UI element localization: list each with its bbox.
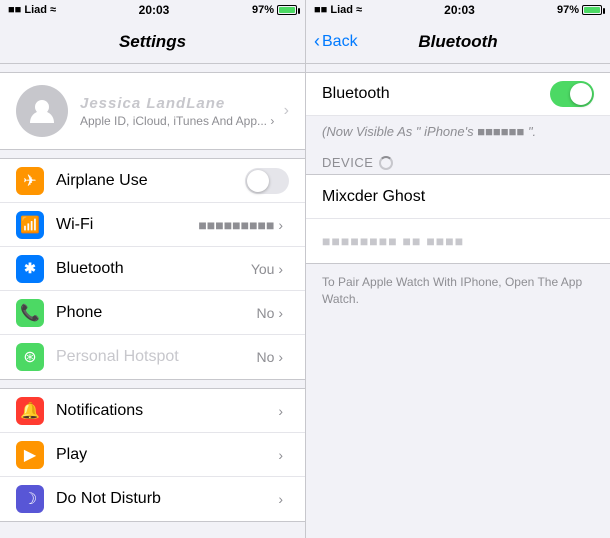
profile-name: Jessica LandLane (80, 95, 284, 112)
wifi-value: ■■■■■■■■■ › (198, 217, 283, 233)
back-label[interactable]: Back (322, 33, 358, 51)
play-chevron: › (278, 447, 283, 463)
time-right: 20:03 (444, 3, 475, 17)
device-name-1: Mixcder Ghost (322, 188, 425, 206)
device-header-label: DEVICE (322, 155, 373, 170)
settings-item-airplane[interactable]: ✈ Airplane Use (0, 159, 305, 203)
right-panel: ■■ Liad ≈ 20:03 97% ‹ Back Bluetooth Blu… (305, 0, 610, 538)
hotspot-icon: ⊛ (16, 343, 44, 371)
phone-icon: 📞 (16, 299, 44, 327)
profile-section[interactable]: Jessica LandLane Apple ID, iCloud, iTune… (0, 72, 305, 150)
settings-group-2: 🔔 Notifications › ▶ Play › ☽ Do Not Dist… (0, 388, 305, 522)
nav-bar-left: Settings (0, 20, 305, 64)
bluetooth-icon: ✱ (16, 255, 44, 283)
hotspot-value: No › (257, 349, 283, 365)
status-bar-right: ■■ Liad ≈ 20:03 97% (306, 0, 610, 20)
settings-label-play: Play (56, 446, 278, 464)
left-panel: ■■ Liad ≈ 20:03 97% Settings Jessica Lan… (0, 0, 305, 538)
settings-item-play[interactable]: ▶ Play › (0, 433, 305, 477)
page-title-left: Settings (119, 32, 186, 52)
settings-item-wifi[interactable]: 📶 Wi-Fi ■■■■■■■■■ › (0, 203, 305, 247)
airplane-icon: ✈ (16, 167, 44, 195)
profile-info: Jessica LandLane Apple ID, iCloud, iTune… (80, 95, 284, 128)
dnd-chevron: › (278, 491, 283, 507)
device-row-1[interactable]: Mixcder Ghost (306, 175, 610, 219)
settings-item-notifications[interactable]: 🔔 Notifications › (0, 389, 305, 433)
settings-label-hotspot: Personal Hotspot (56, 348, 257, 366)
battery-percent-left: 97% (252, 4, 274, 16)
settings-label-dnd: Do Not Disturb (56, 490, 278, 508)
status-right-left: 97% (252, 4, 297, 16)
settings-label-notifications: Notifications (56, 402, 278, 420)
avatar (16, 85, 68, 137)
settings-label-wifi: Wi-Fi (56, 216, 198, 234)
devices-list: Mixcder Ghost ■■■■■■■■ ■■ ■■■■ (306, 174, 610, 264)
bluetooth-value: You › (251, 261, 283, 277)
play-icon: ▶ (16, 441, 44, 469)
notifications-icon: 🔔 (16, 397, 44, 425)
back-arrow-icon: ‹ (314, 31, 320, 52)
settings-label-phone: Phone (56, 304, 257, 322)
battery-percent-right: 97% (557, 4, 579, 16)
settings-item-phone[interactable]: 📞 Phone No › (0, 291, 305, 335)
settings-label-bluetooth: Bluetooth (56, 260, 251, 278)
page-title-right: Bluetooth (418, 32, 497, 52)
notifications-chevron: › (278, 403, 283, 419)
wifi-icon: 📶 (16, 211, 44, 239)
bluetooth-footer: To Pair Apple Watch With IPhone, Open Th… (306, 264, 610, 318)
battery-icon-left (277, 5, 297, 15)
carrier-left: ■■ Liad ≈ (8, 4, 56, 16)
settings-item-hotspot[interactable]: ⊛ Personal Hotspot No › (0, 335, 305, 379)
status-right-right: 97% (557, 4, 602, 16)
settings-item-dnd[interactable]: ☽ Do Not Disturb › (0, 477, 305, 521)
airplane-toggle[interactable] (245, 168, 289, 194)
nav-bar-right: ‹ Back Bluetooth (306, 20, 610, 64)
time-left: 20:03 (139, 3, 170, 17)
bluetooth-visible-text: (Now Visible As " iPhone's ■■■■■■ ". (306, 116, 610, 147)
bluetooth-toggle-row[interactable]: Bluetooth (306, 72, 610, 116)
bluetooth-toggle[interactable] (550, 81, 594, 107)
settings-label-airplane: Airplane Use (56, 172, 245, 190)
bluetooth-toggle-label: Bluetooth (322, 85, 550, 103)
battery-icon-right (582, 5, 602, 15)
dnd-icon: ☽ (16, 485, 44, 513)
profile-chevron-icon: › (284, 102, 289, 120)
settings-group-1: ✈ Airplane Use 📶 Wi-Fi ■■■■■■■■■ › ✱ Blu… (0, 158, 305, 380)
device-name-2: ■■■■■■■■ ■■ ■■■■ (322, 233, 464, 249)
phone-value: No › (257, 305, 283, 321)
profile-sub: Apple ID, iCloud, iTunes And App... › (80, 114, 284, 128)
status-bar-left: ■■ Liad ≈ 20:03 97% (0, 0, 305, 20)
carrier-right: ■■ Liad ≈ (314, 4, 362, 16)
device-row-2[interactable]: ■■■■■■■■ ■■ ■■■■ (306, 219, 610, 263)
back-button[interactable]: ‹ Back (314, 31, 358, 52)
loading-spinner-icon (379, 156, 393, 170)
settings-item-bluetooth[interactable]: ✱ Bluetooth You › (0, 247, 305, 291)
device-section-header: DEVICE (306, 147, 610, 174)
